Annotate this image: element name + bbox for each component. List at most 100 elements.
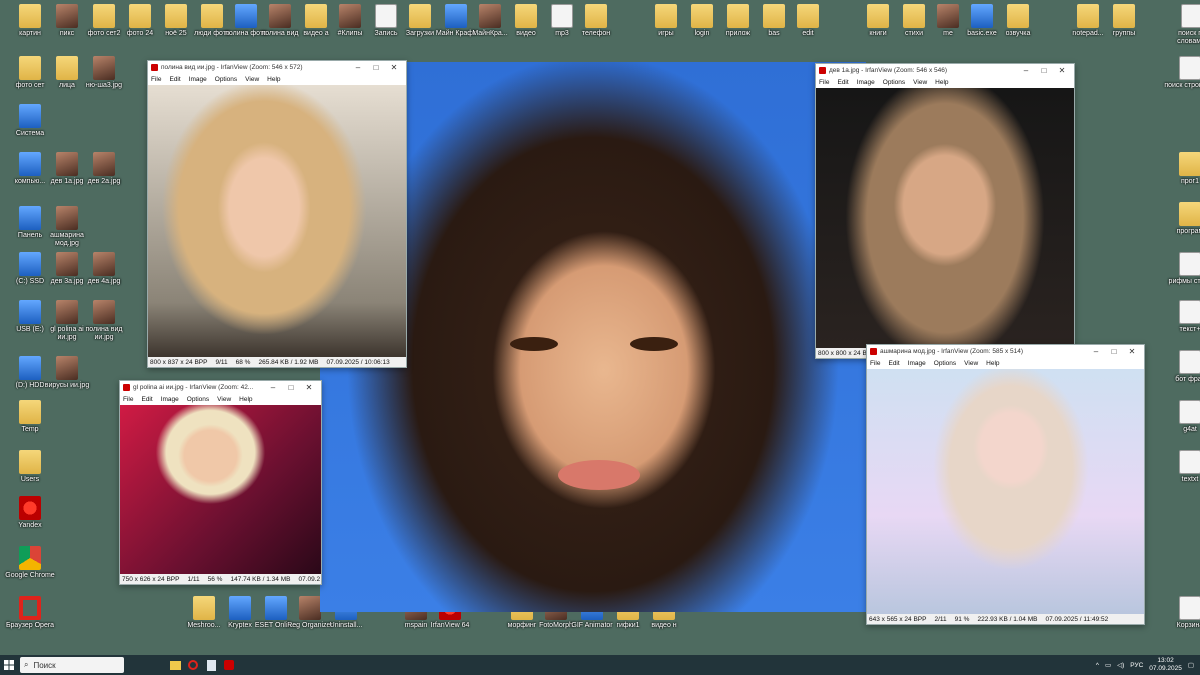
maximize-button[interactable]: □ — [282, 383, 300, 392]
menu-help[interactable]: Help — [986, 360, 999, 367]
menu-file[interactable]: File — [151, 76, 161, 83]
status-index: 2/11 — [934, 615, 947, 623]
menu-view[interactable]: View — [913, 79, 927, 86]
menu-help[interactable]: Help — [267, 76, 280, 83]
status-size: 222.93 KB / 1.04 MB — [977, 615, 1038, 623]
taskbar-opera[interactable] — [184, 655, 202, 675]
minimize-button[interactable]: – — [1017, 66, 1035, 75]
desktop-icon-система[interactable]: Система — [4, 104, 56, 138]
volume-icon[interactable]: ◁) — [1117, 661, 1124, 669]
menu-view[interactable]: View — [245, 76, 259, 83]
desktop-icon-програм[interactable]: програм — [1164, 202, 1200, 236]
notifications-icon[interactable]: ▢ — [1188, 661, 1194, 669]
desktop-icon-озвучка[interactable]: озвучка — [992, 4, 1044, 38]
desktop-icon-полина-вид-ии-jpg[interactable]: полина вид ии.jpg — [78, 300, 130, 342]
image-view[interactable] — [867, 369, 1144, 614]
maximize-button[interactable]: □ — [1105, 347, 1123, 356]
menu-image[interactable]: Image — [857, 79, 875, 86]
minimize-button[interactable]: – — [1087, 347, 1105, 356]
desktop-icon-users[interactable]: Users — [4, 450, 56, 484]
image-view[interactable] — [148, 85, 406, 357]
status-dimensions: 643 x 565 x 24 BPP — [869, 615, 927, 623]
menu-help[interactable]: Help — [935, 79, 948, 86]
desktop-icon-браузер-opera[interactable]: Браузер Opera — [4, 596, 56, 630]
menu-image[interactable]: Image — [908, 360, 926, 367]
desktop-icon-текст[interactable]: текст+ — [1164, 300, 1200, 334]
desktop-icon-temp[interactable]: Temp — [4, 400, 56, 434]
status-zoom: 56 % — [207, 575, 223, 583]
image-view[interactable] — [120, 405, 321, 574]
desktop-icon-ню-ша3-jpg[interactable]: ню-ша3.jpg — [78, 56, 130, 90]
menu-options[interactable]: Options — [934, 360, 956, 367]
menu-edit[interactable]: Edit — [888, 360, 899, 367]
taskbar-irfanview[interactable] — [220, 655, 238, 675]
desktop-icon-корзина[interactable]: Корзина — [1164, 596, 1200, 630]
close-button[interactable]: ✕ — [300, 383, 318, 392]
desktop-icon-label: Yandex — [18, 522, 42, 529]
network-icon[interactable]: ▭ — [1105, 661, 1111, 669]
desktop-icon-поиск-по-словам[interactable]: поиск по словам... — [1166, 4, 1200, 46]
menu-view[interactable]: View — [964, 360, 978, 367]
desktop-icon-поиск-строк-ст[interactable]: поиск строк ст... — [1164, 56, 1200, 90]
menu-edit[interactable]: Edit — [141, 396, 152, 403]
menu-file[interactable]: File — [819, 79, 829, 86]
menu-file[interactable]: File — [870, 360, 880, 367]
desktop-icon-google-chrome[interactable]: Google Chrome — [4, 546, 56, 580]
close-button[interactable]: ✕ — [385, 63, 403, 72]
irfanview-window-gl-polina[interactable]: gl polina ai ии.jpg - IrfanView (Zoom: 4… — [119, 380, 322, 585]
status-index: 9/11 — [215, 358, 228, 366]
taskbar-search[interactable]: ⌕ Поиск — [20, 657, 124, 673]
close-button[interactable]: ✕ — [1053, 66, 1071, 75]
taskbar-explorer[interactable] — [166, 655, 184, 675]
desktop-icon-вирусы-ии-jpg[interactable]: вирусы ии.jpg — [41, 356, 93, 390]
menu-options[interactable]: Options — [215, 76, 237, 83]
menu-edit[interactable]: Edit — [837, 79, 848, 86]
menu-image[interactable]: Image — [161, 396, 179, 403]
desktop-icon-бот-фраз[interactable]: бот фраз — [1164, 350, 1200, 384]
desktop-icon-label: Браузер Opera — [5, 622, 55, 629]
desktop-icon-ашмарина-мод-jpg[interactable]: ашмарина мод.jpg — [41, 206, 93, 248]
minimize-button[interactable]: – — [349, 63, 367, 72]
menu-view[interactable]: View — [217, 396, 231, 403]
maximize-button[interactable]: □ — [367, 63, 385, 72]
desktop-icon-телефон[interactable]: телефон — [570, 4, 622, 38]
irfanview-window-dev1a[interactable]: дев 1a.jpg - IrfanView (Zoom: 546 x 546)… — [815, 63, 1075, 359]
chevron-up-icon[interactable]: ^ — [1096, 662, 1099, 669]
title-bar[interactable]: ашмарина мод.jpg - IrfanView (Zoom: 585 … — [867, 345, 1144, 358]
start-button[interactable] — [0, 655, 18, 675]
photo-icon — [93, 56, 115, 80]
menu-options[interactable]: Options — [883, 79, 905, 86]
maximize-button[interactable]: □ — [1035, 66, 1053, 75]
taskbar-notepad[interactable] — [202, 655, 220, 675]
desktop-icon-прог1[interactable]: прог1 — [1164, 152, 1200, 186]
menu-help[interactable]: Help — [239, 396, 252, 403]
menu-options[interactable]: Options — [187, 396, 209, 403]
desktop-icon-label: группы — [1112, 30, 1136, 37]
image-view[interactable] — [816, 88, 1074, 348]
menu-file[interactable]: File — [123, 396, 133, 403]
irfanview-window-polina[interactable]: полина вид ии.jpg - IrfanView (Zoom: 546… — [147, 60, 407, 368]
menu-image[interactable]: Image — [189, 76, 207, 83]
desktop-icon-рифмы-строк[interactable]: рифмы строк — [1164, 252, 1200, 286]
desktop-icon-label: текст+ — [1179, 326, 1200, 333]
menu-edit[interactable]: Edit — [169, 76, 180, 83]
desktop-icon-дев-4a-jpg[interactable]: дев 4a.jpg — [78, 252, 130, 286]
clock[interactable]: 13:02 07.09.2025 — [1149, 657, 1182, 673]
app-blue-icon — [19, 300, 41, 324]
language-indicator[interactable]: РУС — [1130, 662, 1143, 669]
title-bar[interactable]: gl polina ai ии.jpg - IrfanView (Zoom: 4… — [120, 381, 321, 394]
desktop-icon-yandex[interactable]: Yandex — [4, 496, 56, 530]
folder-icon — [585, 4, 607, 28]
desktop-icon-g4at[interactable]: g4at — [1164, 400, 1200, 434]
folder-icon — [655, 4, 677, 28]
minimize-button[interactable]: – — [264, 383, 282, 392]
close-button[interactable]: ✕ — [1123, 347, 1141, 356]
desktop-icon-дев-2a-jpg[interactable]: дев 2a.jpg — [78, 152, 130, 186]
title-bar[interactable]: дев 1a.jpg - IrfanView (Zoom: 546 x 546)… — [816, 64, 1074, 77]
desktop-icon-группы[interactable]: группы — [1098, 4, 1150, 38]
title-bar[interactable]: полина вид ии.jpg - IrfanView (Zoom: 546… — [148, 61, 406, 74]
desktop-icon-edit[interactable]: edit — [782, 4, 834, 38]
irfanview-window-ashmarina[interactable]: ашмарина мод.jpg - IrfanView (Zoom: 585 … — [866, 344, 1145, 625]
irfanview-icon — [123, 384, 130, 391]
desktop-icon-textxt[interactable]: textxt — [1164, 450, 1200, 484]
